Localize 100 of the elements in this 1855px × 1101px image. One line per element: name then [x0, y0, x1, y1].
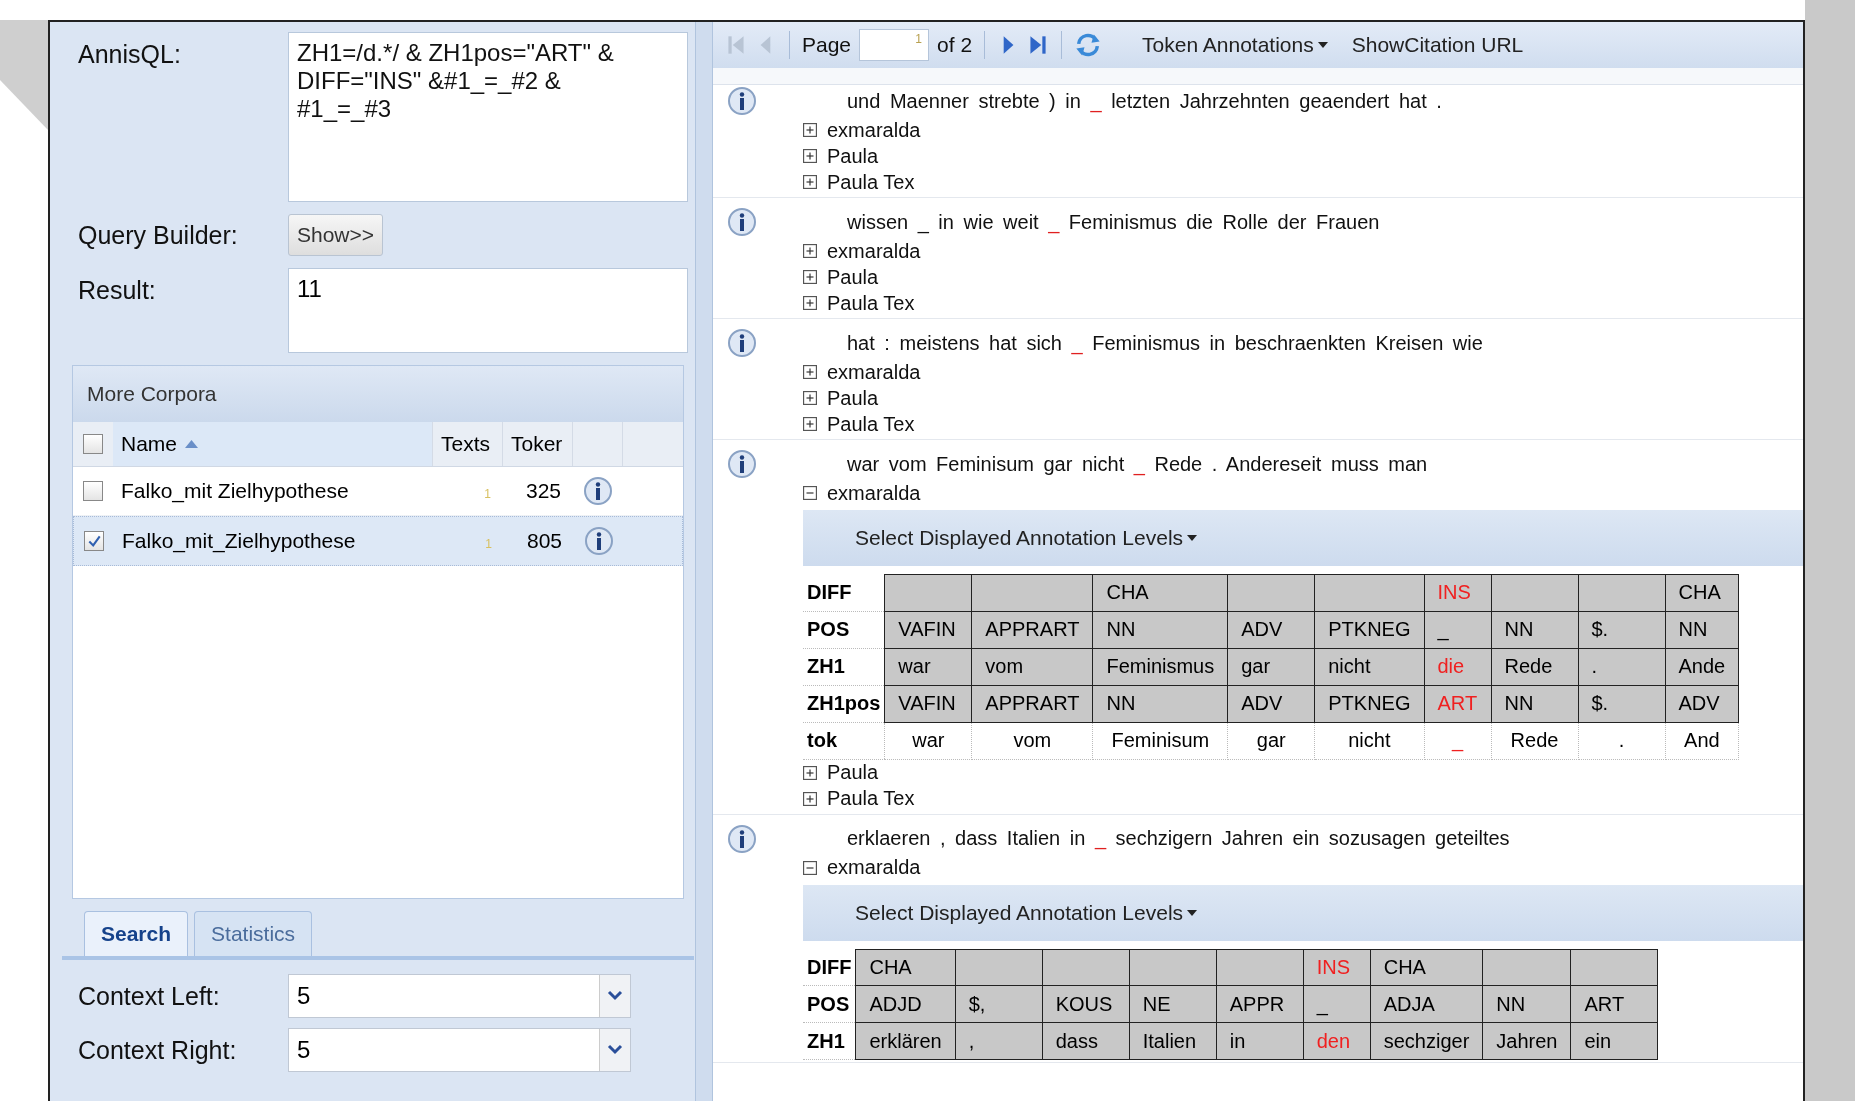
plus-box-icon[interactable]: [803, 765, 817, 780]
annotation-cell: $.: [1578, 685, 1665, 722]
column-header[interactable]: Texts: [433, 422, 503, 466]
layer-toggle[interactable]: exmaralda: [803, 854, 921, 881]
plus-box-icon[interactable]: [803, 365, 817, 379]
query-field[interactable]: ZH1=/d.*/ & ZH1pos="ART" & DIFF="INS" &#1_=_#2 & #1_=_#3: [288, 32, 688, 202]
layer-toggle[interactable]: Paula Tex: [803, 290, 915, 316]
annotation-cell: $,: [955, 985, 1043, 1023]
context-dropdown[interactable]: 5: [288, 974, 631, 1018]
plus-box-icon[interactable]: [803, 391, 817, 405]
context-dropdown[interactable]: 5: [288, 1028, 631, 1072]
annotation-cell: die: [1424, 648, 1491, 685]
checkbox[interactable]: [83, 481, 103, 501]
annotation-cell: gar: [1227, 648, 1315, 685]
annotation-cell: NN: [1092, 611, 1228, 648]
annotation-cell: _: [1424, 611, 1491, 648]
plus-box-icon[interactable]: [803, 149, 817, 163]
column-header[interactable]: Name: [113, 422, 433, 466]
info-icon[interactable]: [727, 207, 757, 237]
hit-text: wissen _ in wie weit _ Feminismus die Rolle der Frauen: [847, 210, 1380, 234]
info-icon[interactable]: [584, 526, 614, 556]
plus-box-icon[interactable]: [803, 417, 817, 431]
annotation-cell: INS: [1424, 574, 1491, 611]
page-label: Page: [802, 33, 852, 57]
result-field[interactable]: 11: [288, 268, 688, 353]
plus-box-icon[interactable]: [803, 175, 817, 189]
info-icon[interactable]: [583, 476, 613, 506]
tab[interactable]: Statistics: [194, 911, 313, 956]
corpus-name: Falko_mit Zielhypothese: [121, 479, 349, 502]
info-icon[interactable]: [727, 328, 757, 358]
minus-box-icon[interactable]: [803, 860, 817, 875]
field-label: AnnisQL:: [78, 39, 182, 69]
annotation-cell: And: [1665, 722, 1739, 759]
show-button[interactable]: Show>>: [288, 214, 384, 256]
plus-box-icon[interactable]: [803, 270, 817, 284]
annotation-cell: NE: [1129, 985, 1217, 1023]
annotation-cell: ART: [1570, 985, 1658, 1023]
annotation-cell: $.: [1578, 611, 1665, 648]
annotation-cell: sechziger: [1370, 1022, 1483, 1060]
annotation-cell: ADV: [1665, 685, 1739, 722]
annotation-cell: NN: [1491, 685, 1578, 722]
column-header[interactable]: Toker: [503, 422, 573, 466]
caret-icon: [1187, 909, 1198, 916]
plus-box-icon[interactable]: [803, 123, 817, 137]
refresh-icon[interactable]: [1074, 31, 1103, 59]
hit-text: war vom Feminisum gar nicht _ Rede . Andereseit muss man: [847, 452, 1428, 476]
layer-toggle[interactable]: exmaralda: [803, 359, 921, 385]
layer-toggle[interactable]: Paula: [803, 143, 879, 169]
annotation-cell: .: [1578, 722, 1665, 759]
annotation-cell: war: [884, 648, 972, 685]
corpus-row[interactable]: Falko_mit Zielhypothese 1 325: [73, 467, 683, 516]
plus-box-icon[interactable]: [803, 244, 817, 258]
citation-url-button[interactable]: ShowCitation URL: [1343, 29, 1532, 61]
annotation-cell: NN: [1482, 985, 1571, 1023]
layer-toggle[interactable]: Paula Tex: [803, 785, 915, 812]
field-label: Context Right:: [78, 1035, 238, 1065]
layer-toggle[interactable]: Paula: [803, 759, 879, 786]
layer-toggle[interactable]: exmaralda: [803, 238, 921, 264]
chevron-down-icon[interactable]: [599, 1029, 630, 1071]
annotation-levels-menu[interactable]: Select Displayed Annotation Levels: [849, 525, 1204, 551]
corpus-name: Falko_mit_Zielhypothese: [122, 529, 356, 552]
field-label: Query Builder:: [78, 220, 239, 250]
layer-toggle[interactable]: Paula Tex: [803, 411, 915, 437]
info-icon[interactable]: [727, 86, 757, 116]
annotation-cell: gar: [1227, 722, 1315, 759]
annotation-cell: erklären: [855, 1022, 956, 1060]
layer-toggle[interactable]: exmaralda: [803, 117, 921, 143]
minus-box-icon[interactable]: [803, 486, 817, 500]
plus-box-icon[interactable]: [803, 791, 817, 806]
corpus-row[interactable]: Falko_mit_Zielhypothese 1 805: [73, 516, 683, 566]
table-cell: 325: [525, 479, 561, 502]
layer-toggle[interactable]: Paula: [803, 264, 879, 290]
annotation-cell: Rede: [1491, 648, 1578, 685]
checkbox[interactable]: [83, 434, 103, 454]
annotation-cell: APPRART: [971, 611, 1093, 648]
layer-toggle[interactable]: exmaralda: [803, 480, 921, 506]
annotation-cell: .: [1578, 648, 1665, 685]
annotation-levels-menu[interactable]: Select Displayed Annotation Levels: [849, 899, 1204, 926]
annotation-cell: war: [884, 722, 972, 759]
checkbox[interactable]: [84, 531, 104, 551]
plus-box-icon[interactable]: [803, 296, 817, 310]
layer-toggle[interactable]: Paula Tex: [803, 169, 915, 195]
layer-toggle[interactable]: Paula: [803, 385, 879, 411]
chevron-down-icon[interactable]: [599, 975, 630, 1017]
sort-arrow-icon: [185, 440, 199, 448]
info-icon[interactable]: [727, 449, 757, 479]
annotation-cell: ADV: [1227, 611, 1315, 648]
annotation-cell: ADJA: [1370, 985, 1483, 1023]
token-annotations-menu[interactable]: Token Annotations: [1134, 29, 1336, 61]
annotation-cell: _: [1424, 722, 1491, 759]
annotation-cell: Ande: [1665, 648, 1739, 685]
annotation-cell: in: [1216, 1022, 1304, 1060]
annotation-cell: ART: [1424, 685, 1491, 722]
hit-text: hat : meistens hat sich _ Feminismus in beschraenkten Kreisen wie: [847, 331, 1483, 355]
caret-icon: [1317, 42, 1328, 48]
tab[interactable]: Search: [84, 911, 189, 956]
annotation-cell: vom: [971, 722, 1093, 759]
field-label: Result:: [78, 275, 157, 305]
annotation-cell: ein: [1570, 1022, 1658, 1060]
info-icon[interactable]: [727, 823, 757, 854]
